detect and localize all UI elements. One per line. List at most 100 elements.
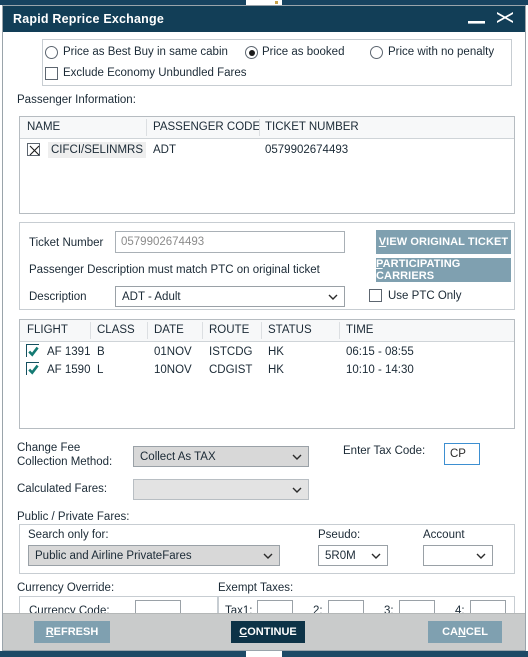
tax-code-input[interactable]: CP [444,443,480,465]
flight-row-route: CDGIST [209,364,253,376]
checkmark-icon [27,345,40,358]
flight-col-divider-4 [261,322,262,339]
search-only-for-label: Search only for: [28,529,109,541]
chevron-down-icon [292,454,302,460]
flight-row-status: HK [268,346,284,358]
public-private-fares-heading: Public / Private Fares: [17,511,130,523]
table-row[interactable]: CIFCI/SELINMRS ADT 0579902674493 [20,141,514,161]
passenger-row-code: ADT [153,144,176,156]
flight-row-route: ISTCDG [209,346,253,358]
flight-col-flight: FLIGHT [27,324,68,336]
close-icon [497,12,513,23]
passenger-information-heading: Passenger Information: [17,94,136,106]
chevron-down-icon [263,553,273,559]
refresh-button[interactable]: REFRESH [34,621,110,643]
description-select[interactable]: ADT - Adult [115,286,345,307]
refresh-label-rest: EFRESH [53,626,99,638]
radio-price-as-booked[interactable] [245,46,258,59]
exempt-taxes-heading: Exempt Taxes: [218,582,294,594]
flight-row-date: 10NOV [154,364,192,376]
checkmark-icon [27,363,40,376]
passenger-col-divider-1 [146,119,147,136]
change-fee-label-line2: Collection Method: [17,456,113,468]
radio-price-no-penalty[interactable] [370,46,383,59]
close-button[interactable] [493,10,517,28]
chevron-down-icon [371,553,381,559]
flight-grid-header: FLIGHT CLASS DATE ROUTE STATUS TIME [20,320,514,342]
flight-col-time: TIME [346,324,374,336]
change-fee-label-line1: Change Fee [17,442,81,454]
checkbox-exclude-economy-unbundled[interactable] [45,67,58,80]
flight-row-time: 06:15 - 08:55 [346,346,414,358]
flight-col-class: CLASS [97,324,135,336]
checkbox-use-ptc-only[interactable] [369,289,382,302]
table-row[interactable]: AF 1391 B 01NOV ISTCDG HK 06:15 - 08:55 [20,343,514,363]
cancel-label-rest: CEL [465,626,488,638]
participating-carriers-accel: P [376,258,383,270]
flight-col-divider-5 [339,322,340,339]
dialog-frame: Rapid Reprice Exchange Price as Best Buy… [2,5,526,651]
flight-row-class: L [97,364,104,376]
minimize-icon [468,21,485,24]
refresh-accel: R [45,626,54,638]
pseudo-label: Pseudo: [318,529,361,541]
minimize-button[interactable] [465,10,489,28]
passenger-row-name: CIFCI/SELINMRS [48,142,147,158]
description-select-value: ADT - Adult [122,290,181,303]
bottom-rail-notch [246,651,282,657]
participating-carriers-label-rest: ARTICIPATING CARRIERS [376,258,461,282]
flight-col-status: STATUS [268,324,312,336]
enter-tax-code-label: Enter Tax Code: [343,445,426,457]
description-label: Description [29,291,87,303]
window-title: Rapid Reprice Exchange [13,12,164,26]
flight-row-status: HK [268,364,284,376]
top-rail-dot [275,1,278,4]
participating-carriers-button[interactable]: PARTICIPATING CARRIERS [376,258,511,282]
ticket-number-input[interactable]: 0579902674493 [115,231,345,253]
dialog-footer: REFRESH CONTINUE CANCEL [3,613,525,650]
account-label: Account [423,529,465,541]
checkbox-use-ptc-only-label: Use PTC Only [388,290,462,302]
ptc-note: Passenger Description must match PTC on … [29,264,320,276]
flight-col-divider-1 [90,322,91,339]
search-only-for-select[interactable]: Public and Airline PrivateFares [28,545,280,566]
chevron-down-icon [328,294,338,300]
passenger-grid: NAME PASSENGER CODE TICKET NUMBER CIFCI/… [19,116,515,214]
flight-col-divider-2 [147,322,148,339]
table-row[interactable]: AF 1590 L 10NOV CDGIST HK 10:10 - 14:30 [20,361,514,381]
change-fee-method-select[interactable]: Collect As TAX [133,446,309,467]
continue-label-rest: ONTINUE [247,626,297,638]
cancel-button[interactable]: CANCEL [428,621,502,643]
passenger-row-checkbox[interactable] [27,143,40,156]
account-select[interactable] [423,545,493,566]
flight-row-checkbox[interactable] [26,344,40,358]
pseudo-value: 5R0M [325,549,356,562]
calculated-fares-select[interactable] [133,479,309,500]
passenger-col-name: NAME [27,121,61,133]
search-only-for-value: Public and Airline PrivateFares [35,549,192,562]
continue-button[interactable]: CONTINUE [231,621,305,643]
title-bar: Rapid Reprice Exchange [3,6,525,32]
change-fee-method-value: Collect As TAX [140,450,216,463]
cancel-label-pre: CA [442,626,458,638]
radio-price-best-buy[interactable] [45,46,58,59]
flight-row-class: B [97,346,105,358]
calculated-fares-label: Calculated Fares: [17,483,108,495]
passenger-grid-header: NAME PASSENGER CODE TICKET NUMBER [20,117,514,139]
ticket-number-label: Ticket Number [29,237,104,249]
currency-override-heading: Currency Override: [17,582,115,594]
flight-col-route: ROUTE [209,324,250,336]
radio-price-no-penalty-label: Price with no penalty [388,46,495,58]
radio-price-best-buy-label: Price as Best Buy in same cabin [63,46,228,58]
view-original-ticket-button[interactable]: VIEW ORIGINAL TICKET [376,230,511,254]
flight-row-checkbox[interactable] [26,362,40,376]
pseudo-select[interactable]: 5R0M [318,545,388,566]
chevron-down-icon [292,487,302,493]
flight-row-date: 01NOV [154,346,192,358]
passenger-col-divider-2 [259,119,260,136]
flight-col-date: DATE [154,324,184,336]
checkmark-icon [29,145,40,156]
chevron-down-icon [476,553,486,559]
checkbox-exclude-economy-unbundled-label: Exclude Economy Unbundled Fares [63,67,247,79]
flight-row-number: AF 1590 [47,364,91,376]
